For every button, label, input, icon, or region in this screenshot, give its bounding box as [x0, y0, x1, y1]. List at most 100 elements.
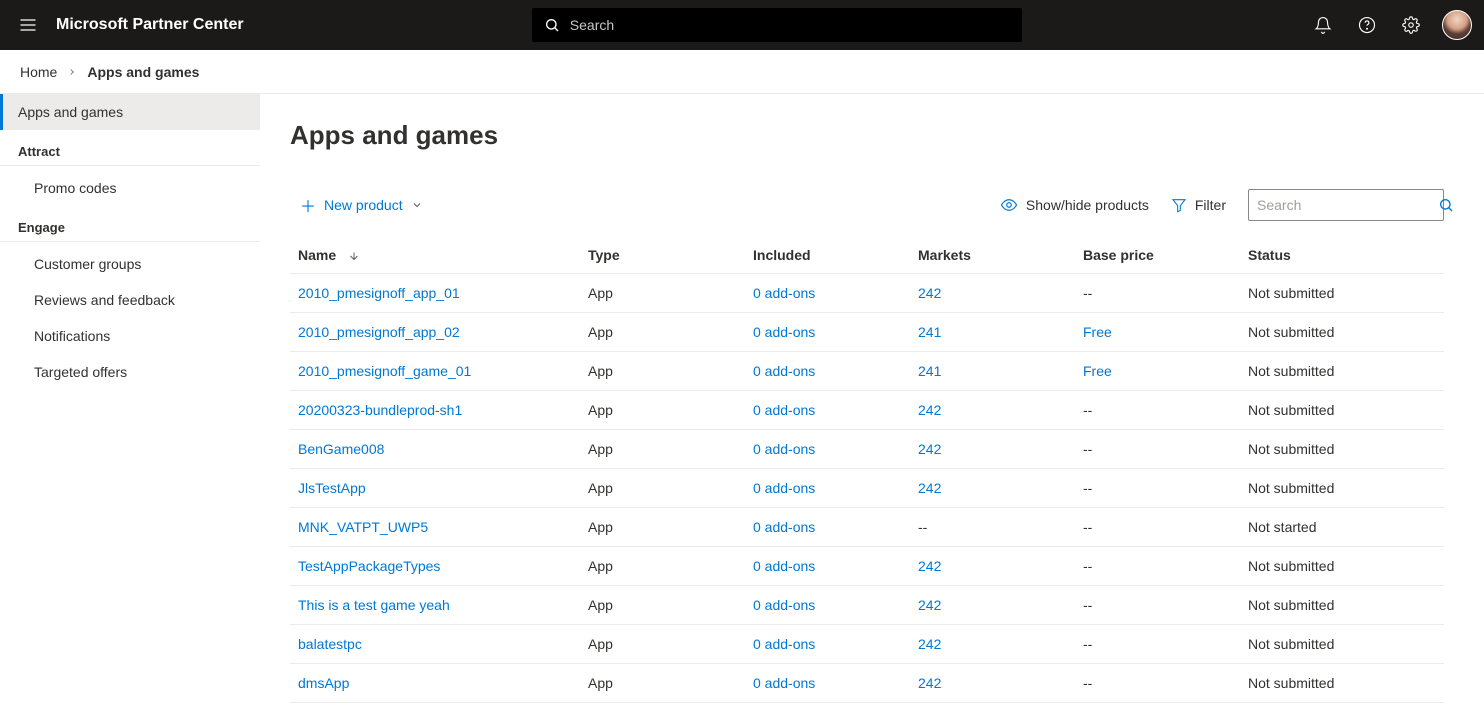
cell-included: 0 add-ons — [745, 586, 910, 625]
name-link[interactable]: 2010_pmesignoff_app_01 — [298, 285, 460, 301]
column-header-status[interactable]: Status — [1240, 237, 1444, 274]
notifications-button[interactable] — [1310, 12, 1336, 38]
cell-included: 0 add-ons — [745, 664, 910, 703]
sidebar-group-attract: Attract — [0, 130, 260, 166]
name-link[interactable]: MNK_VATPT_UWP5 — [298, 519, 428, 535]
table-search-input[interactable] — [1257, 197, 1438, 213]
sidebar-item-notifications[interactable]: Notifications — [0, 318, 260, 354]
breadcrumb-separator — [67, 67, 77, 77]
name-link[interactable]: 2010_pmesignoff_game_01 — [298, 363, 471, 379]
included-link[interactable]: 0 add-ons — [753, 324, 815, 340]
included-link[interactable]: 0 add-ons — [753, 636, 815, 652]
gear-icon — [1402, 16, 1420, 34]
eye-icon — [1000, 196, 1018, 214]
filter-button[interactable]: Filter — [1171, 197, 1226, 213]
name-link[interactable]: This is a test game yeah — [298, 597, 450, 613]
sidebar-item-customer-groups[interactable]: Customer groups — [0, 246, 260, 282]
column-header-baseprice[interactable]: Base price — [1075, 237, 1240, 274]
name-link[interactable]: BenGame008 — [298, 441, 384, 457]
table-row: This is a test game yeahApp0 add-ons242-… — [290, 586, 1444, 625]
included-link[interactable]: 0 add-ons — [753, 363, 815, 379]
included-link[interactable]: 0 add-ons — [753, 675, 815, 691]
baseprice-link[interactable]: Free — [1083, 363, 1112, 379]
cell-markets: 242 — [910, 586, 1075, 625]
sidebar-item-reviews-and-feedback[interactable]: Reviews and feedback — [0, 282, 260, 318]
table-row: 2010_pmesignoff_app_02 App 0 add-ons 241 Fre… — [290, 313, 1444, 352]
markets-link[interactable]: 242 — [918, 636, 941, 652]
markets-link[interactable]: 241 — [918, 363, 941, 379]
cell-type: App — [580, 313, 745, 352]
markets-link[interactable]: 242 — [918, 480, 941, 496]
name-link[interactable]: 20200323-bundleprod-sh1 — [298, 402, 462, 418]
show-hide-products-label: Show/hide products — [1026, 197, 1149, 213]
name-link[interactable]: 2010_pmesignoff_app_02 — [298, 324, 460, 340]
cell-baseprice: -- — [1075, 664, 1240, 703]
brand-title[interactable]: Microsoft Partner Center — [56, 16, 244, 34]
table-row: TestAppPackageTypesApp0 add-ons242--Not … — [290, 547, 1444, 586]
column-header-name[interactable]: Name — [290, 237, 580, 274]
cell-markets: 242 — [910, 625, 1075, 664]
included-link[interactable]: 0 add-ons — [753, 402, 815, 418]
search-icon — [1438, 197, 1454, 213]
included-link[interactable]: 0 add-ons — [753, 597, 815, 613]
name-link[interactable]: balatestpc — [298, 636, 362, 652]
breadcrumb-home[interactable]: Home — [20, 64, 57, 80]
cell-baseprice: -- — [1075, 430, 1240, 469]
cell-baseprice: -- — [1075, 274, 1240, 313]
cell-type: App — [580, 430, 745, 469]
cell-baseprice: -- — [1075, 625, 1240, 664]
new-product-button[interactable]: ＋ New product — [300, 193, 423, 217]
avatar[interactable] — [1442, 10, 1472, 40]
column-header-type[interactable]: Type — [580, 237, 745, 274]
cell-name: TestAppPackageTypes — [290, 547, 580, 586]
cell-included: 0 add-ons — [745, 274, 910, 313]
cell-included: 0 add-ons — [745, 469, 910, 508]
cell-markets: 242 — [910, 430, 1075, 469]
cell-status: Not submitted — [1240, 664, 1444, 703]
included-link[interactable]: 0 add-ons — [753, 285, 815, 301]
included-link[interactable]: 0 add-ons — [753, 558, 815, 574]
markets-link[interactable]: 242 — [918, 441, 941, 457]
cell-status: Not submitted — [1240, 469, 1444, 508]
sidebar-item-apps-and-games[interactable]: Apps and games — [0, 94, 260, 130]
included-link[interactable]: 0 add-ons — [753, 480, 815, 496]
filter-icon — [1171, 197, 1187, 213]
markets-link[interactable]: 242 — [918, 402, 941, 418]
markets-link[interactable]: 242 — [918, 285, 941, 301]
settings-button[interactable] — [1398, 12, 1424, 38]
sidebar-item-promo-codes[interactable]: Promo codes — [0, 170, 260, 206]
show-hide-products-button[interactable]: Show/hide products — [1000, 196, 1149, 214]
name-link[interactable]: TestAppPackageTypes — [298, 558, 440, 574]
global-search-input[interactable] — [570, 17, 1010, 33]
search-icon — [544, 17, 560, 33]
cell-name: 2010_pmesignoff_app_01 — [290, 274, 580, 313]
markets-link[interactable]: 242 — [918, 597, 941, 613]
cell-type: App — [580, 508, 745, 547]
table-row: BenGame008App0 add-ons242--Not submitted — [290, 430, 1444, 469]
sidebar-item-targeted-offers[interactable]: Targeted offers — [0, 354, 260, 390]
global-search[interactable] — [532, 8, 1022, 42]
filter-label: Filter — [1195, 197, 1226, 213]
name-link[interactable]: dmsApp — [298, 675, 349, 691]
table-row: MNK_VATPT_UWP5App0 add-ons----Not starte… — [290, 508, 1444, 547]
help-button[interactable] — [1354, 12, 1380, 38]
cell-markets: -- — [910, 508, 1075, 547]
markets-link[interactable]: 242 — [918, 558, 941, 574]
cell-baseprice: Free — [1075, 352, 1240, 391]
included-link[interactable]: 0 add-ons — [753, 441, 815, 457]
column-header-included[interactable]: Included — [745, 237, 910, 274]
cell-status: Not submitted — [1240, 547, 1444, 586]
baseprice-link[interactable]: Free — [1083, 324, 1112, 340]
table-row: 2010_pmesignoff_app_01App0 add-ons242--N… — [290, 274, 1444, 313]
table-search[interactable] — [1248, 189, 1444, 221]
column-header-markets[interactable]: Markets — [910, 237, 1075, 274]
new-product-label: New product — [324, 197, 403, 213]
name-link[interactable]: JlsTestApp — [298, 480, 366, 496]
help-icon — [1358, 16, 1376, 34]
markets-link[interactable]: 241 — [918, 324, 941, 340]
included-link[interactable]: 0 add-ons — [753, 519, 815, 535]
cell-type: App — [580, 625, 745, 664]
menu-button[interactable] — [12, 9, 44, 41]
search-wrap — [284, 8, 1270, 42]
markets-link[interactable]: 242 — [918, 675, 941, 691]
